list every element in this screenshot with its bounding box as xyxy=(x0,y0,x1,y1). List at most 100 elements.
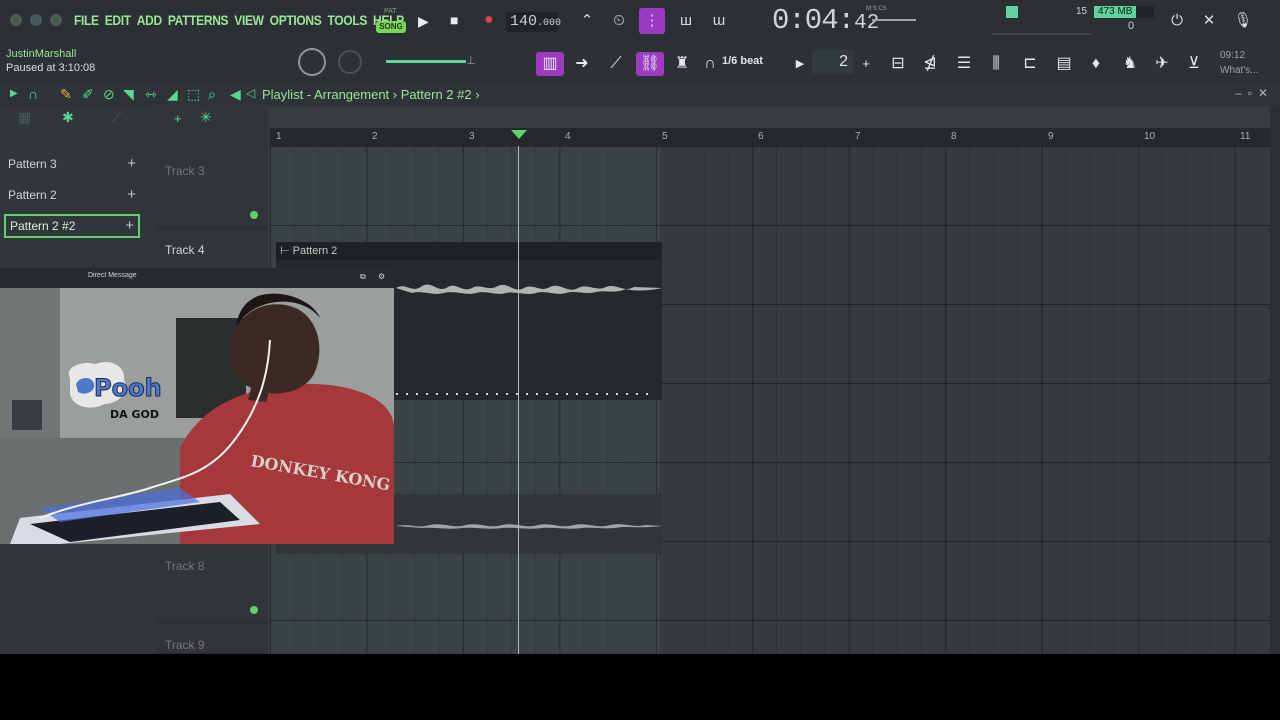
master-volume-slider[interactable] xyxy=(386,60,466,63)
picker-automation-icon[interactable]: ⟋ xyxy=(112,110,122,124)
power-icon[interactable]: ⏻ xyxy=(1164,8,1190,34)
plugin-icon[interactable]: ♦ xyxy=(1082,52,1110,76)
memory-value: 473 MB xyxy=(1098,6,1133,17)
pattern-dropdown-icon[interactable]: › xyxy=(475,87,479,102)
pattern-selector[interactable]: 2 xyxy=(812,50,854,74)
pat-label: PAT xyxy=(384,8,397,15)
speaker-icon[interactable]: ◁ xyxy=(246,87,255,99)
song-clock[interactable]: 0:04:42 xyxy=(772,4,879,37)
mixer-faders-icon[interactable]: ⫼ xyxy=(982,52,1010,76)
select-icon[interactable]: ⬚ xyxy=(187,87,200,101)
clock-main: 0:04: xyxy=(772,4,855,37)
playhead-marker[interactable] xyxy=(511,130,527,139)
menu-view[interactable]: VIEW xyxy=(234,12,264,28)
stop-button[interactable]: ■ xyxy=(450,13,458,27)
popout-icon[interactable]: ⧉ xyxy=(360,272,366,282)
pattern-next-arrow-icon[interactable]: ▶ xyxy=(790,52,810,76)
cart-icon[interactable]: ⊻ xyxy=(1180,52,1208,76)
picker-item[interactable]: Pattern 2 + xyxy=(4,183,140,207)
mixer-icon[interactable]: ☰ xyxy=(950,52,978,76)
picker-item-label: Pattern 2 #2 xyxy=(10,219,76,233)
microphone-icon[interactable]: 🎙 xyxy=(1230,8,1256,34)
add-pattern-icon[interactable]: + xyxy=(856,52,876,76)
snap-selector[interactable]: 1/6 beat xyxy=(722,55,763,67)
wave-tool-icon[interactable]: ✳ xyxy=(200,110,212,124)
add-icon[interactable]: + xyxy=(125,216,134,236)
picker-wave-icon[interactable]: ✱ xyxy=(62,110,74,124)
playback-icon[interactable]: ◀ xyxy=(230,87,241,101)
bird-icon[interactable]: ✈ xyxy=(1148,52,1176,76)
master-pitch-knob[interactable] xyxy=(298,48,326,76)
window-close-dot[interactable] xyxy=(10,14,22,26)
news-panel[interactable]: 09:12 What's... xyxy=(1220,48,1259,78)
menu-patterns[interactable]: PATTERNS xyxy=(168,12,229,28)
menu-add[interactable]: ADD xyxy=(137,12,162,28)
piano-roll-icon[interactable]: ▥ xyxy=(536,52,564,76)
step-edit-icon[interactable]: ш xyxy=(673,8,699,34)
track-led[interactable] xyxy=(250,606,258,614)
track-label: Track 9 xyxy=(165,638,205,652)
menu-options[interactable]: OPTIONS xyxy=(270,12,322,28)
menu-file[interactable]: FILE xyxy=(74,12,99,28)
file-icon[interactable]: ▤ xyxy=(1050,52,1078,76)
window-min-dot[interactable] xyxy=(30,14,42,26)
menu-tools[interactable]: TOOLS xyxy=(327,12,367,28)
main-toolbar: FILE EDIT ADD PATTERNS VIEW OPTIONS TOOL… xyxy=(0,0,1280,42)
paint-brush-icon[interactable]: ⟋ xyxy=(602,52,630,76)
bar-number: 8 xyxy=(951,131,957,142)
webcam-title: Direct Message xyxy=(88,272,137,279)
channel-rack-icon[interactable]: ⋬ xyxy=(916,52,944,76)
slice-icon[interactable]: ◢ xyxy=(167,87,178,101)
webcam-scene: Pooh DA GOD DONKEY KONG xyxy=(0,288,394,544)
browser-tree-icon[interactable]: ⊏ xyxy=(1016,52,1044,76)
playlist-arrow-icon[interactable]: ➜ xyxy=(568,52,596,76)
bar-number: 2 xyxy=(372,131,378,142)
timeline-ruler[interactable]: 1 2 3 4 5 6 7 8 9 10 11 xyxy=(270,128,1270,146)
add-track-icon[interactable]: + xyxy=(174,112,182,125)
track-label: Track 4 xyxy=(165,243,205,257)
bar-number: 11 xyxy=(1240,131,1251,142)
picker-item[interactable]: Pattern 3 + xyxy=(4,152,140,176)
playlist-magnet-icon[interactable]: ∩ xyxy=(28,87,38,101)
tempo-display[interactable]: 140.000 xyxy=(506,12,561,32)
mute-icon[interactable]: ◥ xyxy=(123,87,134,101)
record-button[interactable]: ● xyxy=(484,12,494,28)
delete-icon[interactable]: ⊘ xyxy=(103,87,115,101)
volume-slider-handle[interactable]: ⊥ xyxy=(466,54,476,67)
tools-icon[interactable]: ✕ xyxy=(1196,8,1222,34)
pat-song-toggle[interactable]: PAT SONG xyxy=(376,8,406,36)
hint-bar-status: Paused at 3:10:08 xyxy=(6,62,96,74)
menu-edit[interactable]: EDIT xyxy=(105,12,131,28)
play-button[interactable]: ▶ xyxy=(418,14,429,28)
stamp-icon[interactable]: ♜ xyxy=(668,52,696,76)
brush-icon[interactable]: ✐ xyxy=(82,87,94,101)
bottom-letterbox xyxy=(0,654,1280,720)
link-icon[interactable]: ⛓ xyxy=(636,52,664,76)
webcam-title-bar[interactable]: Direct Message ⧉ ⚙ xyxy=(0,268,394,288)
track-header[interactable]: Track 9 xyxy=(156,624,268,654)
clock-sub: 42 xyxy=(854,12,880,35)
playlist-window-icon[interactable]: ⊟ xyxy=(884,52,912,76)
picker-item-selected[interactable]: Pattern 2 #2 + xyxy=(4,214,140,238)
pencil-icon[interactable]: ✎ xyxy=(60,87,72,101)
settings-icon[interactable]: ⚙ xyxy=(378,272,385,281)
metronome-icon[interactable]: ⌃ xyxy=(574,8,600,34)
magnet-icon[interactable]: ∩ xyxy=(700,52,720,76)
wait-input-icon[interactable]: ⏲ xyxy=(606,8,632,34)
track-led[interactable] xyxy=(250,211,258,219)
slip-icon[interactable]: ⇿ xyxy=(145,87,157,101)
add-icon[interactable]: + xyxy=(127,152,136,176)
playlist-menu-arrow-icon[interactable]: ▶ xyxy=(10,89,18,99)
add-icon[interactable]: + xyxy=(127,183,136,207)
picker-keyboard-icon[interactable]: ▦ xyxy=(18,110,31,124)
zoom-icon[interactable]: ⌕ xyxy=(208,87,216,101)
master-volume-knob[interactable] xyxy=(338,50,362,74)
vertical-scrollbar[interactable] xyxy=(1270,106,1280,654)
blend-notes-icon[interactable]: ɯ xyxy=(706,8,732,34)
window-max-dot[interactable] xyxy=(50,14,62,26)
track-header[interactable]: Track 3 xyxy=(156,150,268,228)
wizard-icon[interactable]: ♞ xyxy=(1116,52,1144,76)
track-header[interactable]: Track 8 xyxy=(156,545,268,623)
countdown-icon[interactable]: ⋮ xyxy=(639,8,665,34)
playlist-window-controls[interactable]: –▫✕ xyxy=(1235,86,1274,100)
